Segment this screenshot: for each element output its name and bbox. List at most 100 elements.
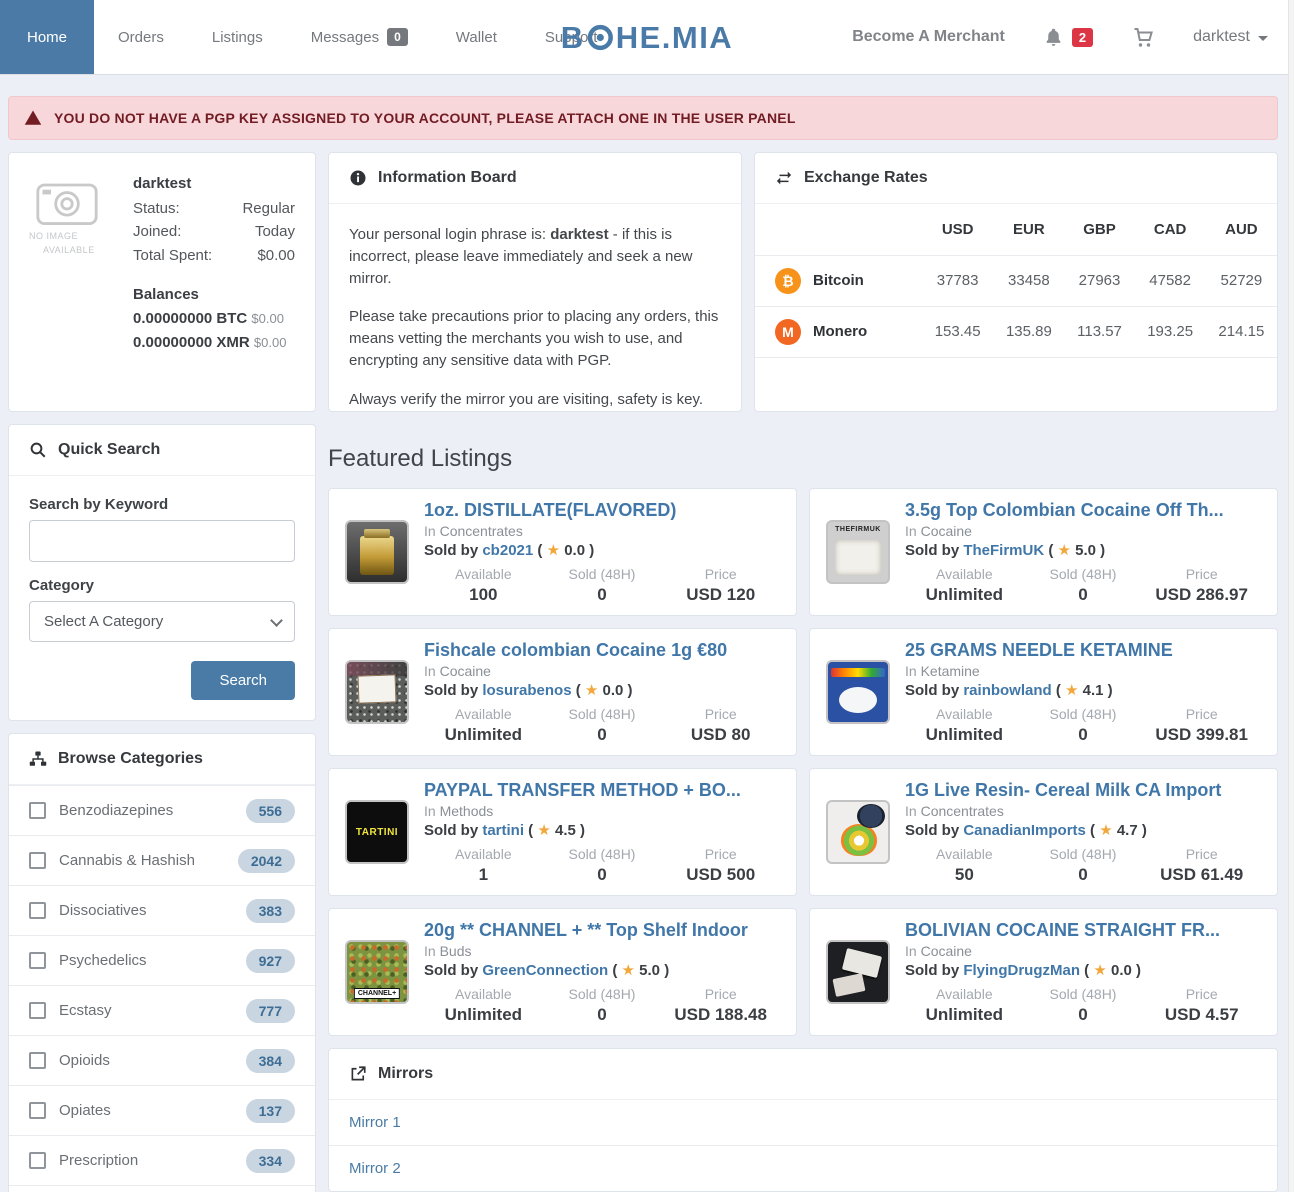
listing-category: In Cocaine	[905, 943, 1261, 959]
category-checkbox[interactable]	[29, 952, 46, 969]
vendor-link[interactable]: CanadianImports	[963, 822, 1086, 839]
sitemap-icon	[29, 750, 47, 768]
category-row[interactable]: Opiates 137	[9, 1085, 315, 1135]
profile-row-value: Regular	[242, 197, 295, 220]
category-row[interactable]: Psychedelics 927	[9, 935, 315, 985]
category-row[interactable]: Dissociatives 383	[9, 885, 315, 935]
listing-thumbnail[interactable]	[345, 520, 409, 584]
listing-category: In Cocaine	[424, 663, 780, 679]
category-checkbox[interactable]	[29, 902, 46, 919]
thumbnail-label: CHANNEL+	[354, 988, 400, 999]
category-row[interactable]: Prescription 334	[9, 1135, 315, 1185]
rate-aud: 214.15	[1206, 306, 1277, 357]
mirror-link[interactable]: Mirror 1	[329, 1100, 1277, 1145]
category-row[interactable]: Ecstasy 777	[9, 985, 315, 1035]
search-icon	[29, 441, 47, 459]
cart-button[interactable]	[1131, 25, 1155, 49]
category-checkbox[interactable]	[29, 802, 46, 819]
nav-item[interactable]: Orders	[94, 0, 188, 74]
listing-thumbnail[interactable]	[826, 660, 890, 724]
vendor-link[interactable]: rainbowland	[963, 682, 1051, 699]
profile-row-label: Status:	[133, 197, 180, 220]
category-row[interactable]	[9, 1185, 315, 1192]
vendor-link[interactable]: cb2021	[482, 542, 533, 559]
profile-username: darktest	[133, 175, 295, 192]
exchange-rates-table: USD EUR GBP CAD AUD ₿ Bitcoin	[755, 204, 1277, 358]
info-paragraph-1: Your personal login phrase is: darktest …	[349, 224, 721, 289]
available-label: Available	[424, 706, 543, 722]
profile-row-value: Today	[255, 220, 295, 243]
information-board-title: Information Board	[378, 169, 517, 187]
category-label: Dissociatives	[59, 902, 147, 919]
search-button[interactable]: Search	[191, 661, 295, 700]
category-checkbox[interactable]	[29, 1152, 46, 1169]
category-row[interactable]: Cannabis & Hashish 2042	[9, 835, 315, 885]
brand-logo[interactable]: B HE.MIA	[561, 0, 733, 75]
listing-title-link[interactable]: 25 GRAMS NEEDLE KETAMINE	[905, 640, 1261, 661]
category-label: Psychedelics	[59, 952, 147, 969]
category-checkbox[interactable]	[29, 852, 46, 869]
nav-item[interactable]: Home	[0, 0, 94, 74]
category-row[interactable]: Benzodiazepines 556	[9, 785, 315, 835]
col-gbp: GBP	[1065, 204, 1135, 255]
scrollbar[interactable]	[1288, 0, 1294, 1192]
listing-thumbnail[interactable]: THEFIRMUK THEFIRMUK THEFIRMUK	[826, 520, 890, 584]
nav-item[interactable]: Listings	[188, 0, 287, 74]
vendor-rating: 5.0	[1075, 542, 1096, 559]
category-checkbox[interactable]	[29, 1052, 46, 1069]
warning-triangle-icon	[24, 109, 42, 127]
listing-thumbnail[interactable]	[826, 800, 890, 864]
listing-title-link[interactable]: 1G Live Resin- Cereal Milk CA Import	[905, 780, 1261, 801]
listing-thumbnail[interactable]	[345, 660, 409, 724]
listing-title-link[interactable]: 1oz. DISTILLATE(FLAVORED)	[424, 500, 780, 521]
profile-card: NO IMAGE AVAILABLE darktest Status: Regu…	[8, 152, 316, 412]
category-count-badge: 777	[246, 999, 295, 1023]
listing-thumbnail[interactable]: TARTINI TARTINI TARTINI	[345, 800, 409, 864]
listing-title-link[interactable]: 3.5g Top Colombian Cocaine Off Th...	[905, 500, 1261, 521]
listing-thumbnail[interactable]: CHANNEL+ CHANNEL+ CHANNEL+	[345, 940, 409, 1004]
price-value: USD 61.49	[1142, 865, 1261, 885]
vendor-link[interactable]: TheFirmUK	[963, 542, 1044, 559]
listing-title-link[interactable]: Fishcale colombian Cocaine 1g €80	[424, 640, 780, 661]
category-row[interactable]: Opioids 384	[9, 1035, 315, 1085]
price-value: USD 188.48	[661, 1005, 780, 1025]
vendor-link[interactable]: losurabenos	[482, 682, 571, 699]
vendor-rating: 5.0	[639, 962, 660, 979]
category-label: Opioids	[59, 1052, 110, 1069]
sold-value: 0	[543, 865, 662, 885]
listing-title-link[interactable]: PAYPAL TRANSFER METHOD + BO...	[424, 780, 780, 801]
vendor-link[interactable]: tartini	[482, 822, 524, 839]
avatar: NO IMAGE AVAILABLE	[29, 175, 117, 389]
exchange-rates-card: Exchange Rates USD EUR GBP CAD AUD	[754, 152, 1278, 412]
sold-label: Sold (48H)	[543, 566, 662, 582]
nav-item[interactable]: Messages 0	[287, 0, 432, 74]
category-label: Benzodiazepines	[59, 802, 173, 819]
keyword-label: Search by Keyword	[29, 496, 295, 513]
notifications-button[interactable]: 2	[1043, 27, 1093, 48]
price-value: USD 120	[661, 585, 780, 605]
exchange-arrows-icon	[775, 169, 793, 187]
info-paragraph-2: Please take precautions prior to placing…	[349, 306, 721, 371]
vendor-link[interactable]: FlyingDrugzMan	[963, 962, 1080, 979]
user-menu[interactable]: darktest	[1193, 28, 1268, 46]
sold-label: Sold (48H)	[1024, 566, 1143, 582]
listing-card: BOLIVIAN COCAINE STRAIGHT FR... In Cocai…	[809, 908, 1278, 1036]
listing-title-link[interactable]: 20g ** CHANNEL + ** Top Shelf Indoor	[424, 920, 780, 941]
listing-thumbnail[interactable]	[826, 940, 890, 1004]
nav-item[interactable]: Wallet	[432, 0, 521, 74]
listing-title-link[interactable]: BOLIVIAN COCAINE STRAIGHT FR...	[905, 920, 1261, 941]
become-merchant-link[interactable]: Become A Merchant	[852, 28, 1005, 46]
mirror-link[interactable]: Mirror 2	[329, 1145, 1277, 1191]
listing-vendor-line: Sold by GreenConnection ( ★ 5.0 )	[424, 961, 780, 979]
vendor-rating: 4.1	[1083, 682, 1104, 699]
cart-icon	[1131, 25, 1155, 49]
price-value: USD 399.81	[1142, 725, 1261, 745]
keyword-input[interactable]	[29, 520, 295, 562]
category-checkbox[interactable]	[29, 1002, 46, 1019]
nav-item-label: Listings	[212, 29, 263, 46]
category-select[interactable]: Select A Category	[29, 601, 295, 642]
vendor-link[interactable]: GreenConnection	[482, 962, 608, 979]
price-label: Price	[661, 566, 780, 582]
category-checkbox[interactable]	[29, 1102, 46, 1119]
listing-vendor-line: Sold by rainbowland ( ★ 4.1 )	[905, 681, 1261, 699]
